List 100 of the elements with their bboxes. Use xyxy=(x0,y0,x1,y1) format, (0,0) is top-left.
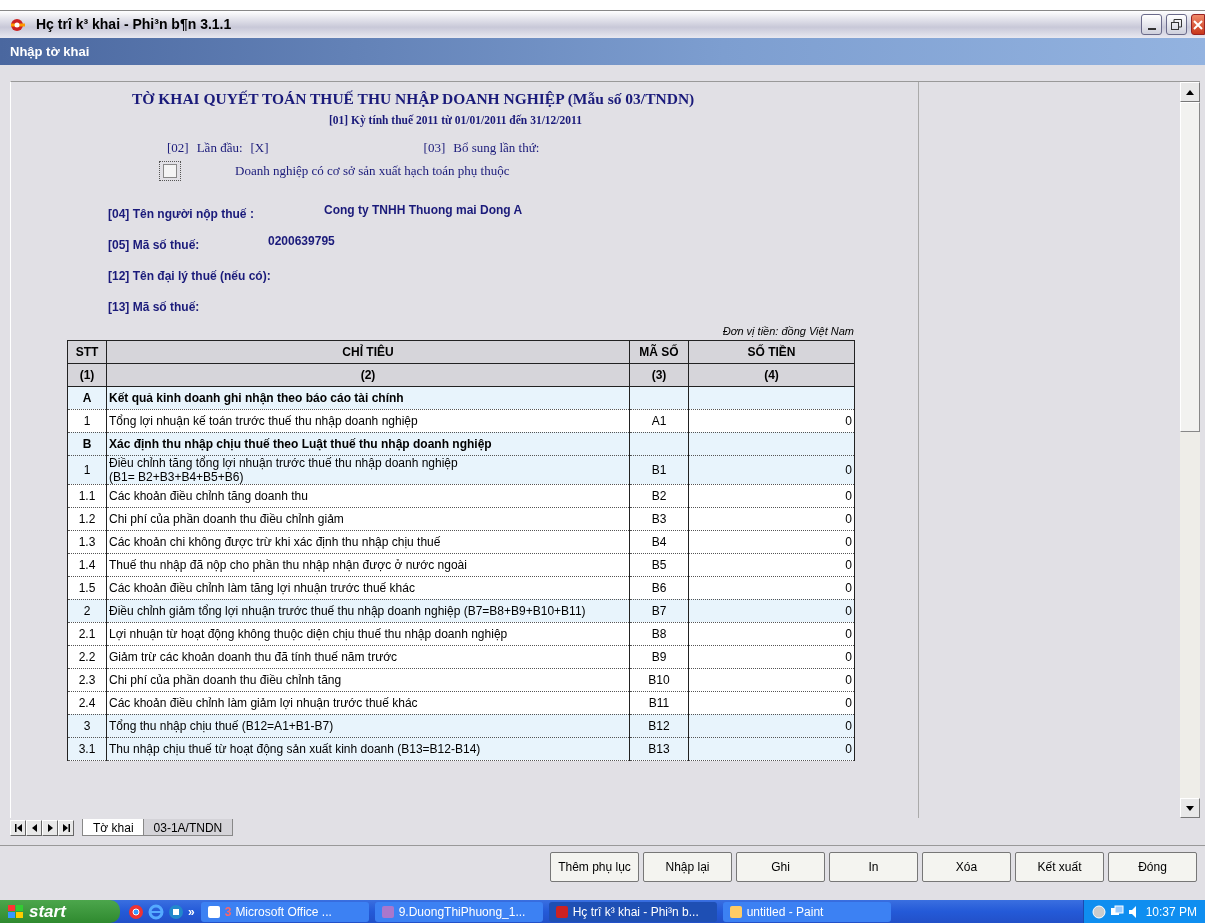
table-cell: Kết quả kinh doanh ghi nhận theo báo cáo tài chính xyxy=(106,386,630,409)
field-code: [03] xyxy=(423,138,446,157)
app-icon xyxy=(206,904,221,919)
scroll-down-button[interactable] xyxy=(1180,798,1200,818)
table-cell: B3 xyxy=(629,507,689,530)
section-header: Nhập tờ khai xyxy=(0,38,1205,65)
app-icon[interactable] xyxy=(168,903,184,920)
browser-icon[interactable] xyxy=(148,903,164,920)
table-cell: Các khoản điều chỉnh tăng doanh thu xyxy=(106,484,630,507)
amount-field[interactable]: 0 xyxy=(688,530,855,553)
taskbar-button[interactable]: Hç trî k³ khai - Phi³n b... xyxy=(548,901,717,922)
action-button[interactable]: In xyxy=(829,852,918,882)
close-button[interactable] xyxy=(1191,14,1205,35)
table-cell: 1 xyxy=(67,455,107,484)
taskbar-button[interactable]: untitled - Paint xyxy=(722,901,891,922)
field-value: [X] xyxy=(250,138,269,157)
table-cell: B4 xyxy=(629,530,689,553)
more-button[interactable]: » xyxy=(188,902,195,921)
close-icon xyxy=(1193,19,1203,30)
amount-field[interactable]: 0 xyxy=(688,553,855,576)
action-button[interactable]: Kết xuất xyxy=(1015,852,1104,882)
table-cell: Tổng thu nhập chịu thuế (B12=A1+B1-B7) xyxy=(106,714,630,737)
field-value: Cong ty TNHH Thuong mai Dong A xyxy=(324,202,523,218)
table-cell: 1.1 xyxy=(67,484,107,507)
column-number: (2) xyxy=(106,363,630,386)
table-cell: 1.3 xyxy=(67,530,107,553)
field-label: [13] Mã số thuế: xyxy=(108,299,200,315)
last-sheet-button[interactable] xyxy=(58,820,74,836)
start-button[interactable]: start xyxy=(0,900,120,923)
action-button[interactable]: Ghi xyxy=(736,852,825,882)
scroll-up-button[interactable] xyxy=(1180,82,1200,102)
amount-field[interactable]: 0 xyxy=(688,484,855,507)
table-cell: A xyxy=(67,386,107,409)
table-cell: Giảm trừ các khoản doanh thu đã tính thuế năm trước xyxy=(106,645,630,668)
first-sheet-button[interactable] xyxy=(10,820,26,836)
last-icon xyxy=(62,824,70,832)
field-label: [04] Tên người nộp thuế : xyxy=(108,206,255,222)
tax-period: [01] Kỳ tính thuế 2011 từ 01/01/2011 đến 31/12/2011 xyxy=(329,113,583,129)
action-button[interactable]: Nhập lại xyxy=(643,852,732,882)
table-cell: Chi phí của phần doanh thu điều chỉnh giảm xyxy=(106,507,630,530)
left-arrow-icon xyxy=(30,824,38,832)
minimize-icon xyxy=(1147,27,1156,30)
checkbox[interactable] xyxy=(159,161,181,181)
table-cell: 2.1 xyxy=(67,622,107,645)
app-icon xyxy=(554,904,569,919)
table-cell: 2 xyxy=(67,599,107,622)
action-button[interactable]: Thêm phụ lục xyxy=(550,852,639,882)
amount-field[interactable]: 0 xyxy=(688,645,855,668)
amount-field[interactable]: 0 xyxy=(688,668,855,691)
table-cell: 1.4 xyxy=(67,553,107,576)
table-cell: B5 xyxy=(629,553,689,576)
column-number: (1) xyxy=(67,363,107,386)
table-cell: 3.1 xyxy=(67,737,107,760)
table-cell: Chi phí của phần doanh thu điều chỉnh tăng xyxy=(106,668,630,691)
amount-field[interactable]: 0 xyxy=(688,622,855,645)
previous-sheet-button[interactable] xyxy=(26,820,42,836)
column-header: CHỈ TIÊU xyxy=(106,340,630,363)
tray-icon[interactable] xyxy=(1091,904,1106,919)
table-cell: Lợi nhuận từ hoạt động không thuộc diện chịu thuế thu nhập doanh nghiệp xyxy=(106,622,630,645)
field-value: 0200639795 xyxy=(268,233,335,249)
table-cell: Thu nhập chịu thuế từ hoạt động sản xuất kinh doanh (B13=B12-B14) xyxy=(106,737,630,760)
sheet-tab[interactable]: 03-1A/TNDN xyxy=(142,819,234,836)
scrollbar-thumb[interactable] xyxy=(1180,102,1200,432)
first-icon xyxy=(14,824,22,832)
table-cell: B2 xyxy=(629,484,689,507)
sheet-tab[interactable]: Tờ khai xyxy=(82,819,145,836)
amount-field[interactable]: 0 xyxy=(688,507,855,530)
column-header: MÃ SỐ xyxy=(629,340,689,363)
table-cell: 3 xyxy=(67,714,107,737)
table-cell: B10 xyxy=(629,668,689,691)
window-title: Hç trî k³ khai - Phi³n b¶n 3.1.1 xyxy=(36,15,232,34)
form-title: TỜ KHAI QUYẾT TOÁN THUẾ THU NHẬP DOANH NGHIỆP (Mẫu số 03/TNDN) xyxy=(132,89,696,109)
right-arrow-icon xyxy=(46,824,54,832)
field-code: [02] xyxy=(167,138,189,157)
amount-field[interactable]: 0 xyxy=(688,737,855,760)
table-cell: 2.2 xyxy=(67,645,107,668)
amount-field[interactable]: 0 xyxy=(688,714,855,737)
browser-icon[interactable] xyxy=(128,903,144,920)
app-icon xyxy=(728,904,743,919)
checkbox-label: Doanh nghiệp có cơ sở sản xuất hạch toán phụ thuộc xyxy=(235,162,510,181)
action-button[interactable]: Xóa xyxy=(922,852,1011,882)
column-header: SỐ TIỀN xyxy=(688,340,855,363)
table-cell: Điều chỉnh giảm tổng lợi nhuận trước thuế thu nhập doanh nghiệp (B7=B8+B9+B10+B11) xyxy=(106,599,630,622)
restore-button[interactable] xyxy=(1166,14,1187,35)
table-cell: Xác định thu nhập chịu thuế theo Luật thuế thu nhập doanh nghiệp xyxy=(106,432,630,455)
next-sheet-button[interactable] xyxy=(42,820,58,836)
amount-field[interactable]: 0 xyxy=(688,455,855,484)
table-cell: 2.3 xyxy=(67,668,107,691)
clock: 10:37 PM xyxy=(1145,903,1197,921)
table-cell: B9 xyxy=(629,645,689,668)
table-cell: B1 xyxy=(629,455,689,484)
windows-logo-icon xyxy=(8,904,24,919)
amount-field[interactable]: 0 xyxy=(688,599,855,622)
field-label: [12] Tên đại lý thuế (nếu có): xyxy=(108,268,271,284)
taskbar-button[interactable]: 3 Microsoft Office ... xyxy=(200,901,369,922)
minimize-button[interactable] xyxy=(1141,14,1162,35)
table-cell: Điều chỉnh tăng tổng lợi nhuận trước thuế thu nhập doanh nghiệp (B1= B2+B3+B4+B5+B6) xyxy=(106,455,630,484)
action-button[interactable]: Đóng xyxy=(1108,852,1197,882)
table-cell: B xyxy=(67,432,107,455)
taskbar-button[interactable]: 9.DuongThiPhuong_1... xyxy=(374,901,543,922)
